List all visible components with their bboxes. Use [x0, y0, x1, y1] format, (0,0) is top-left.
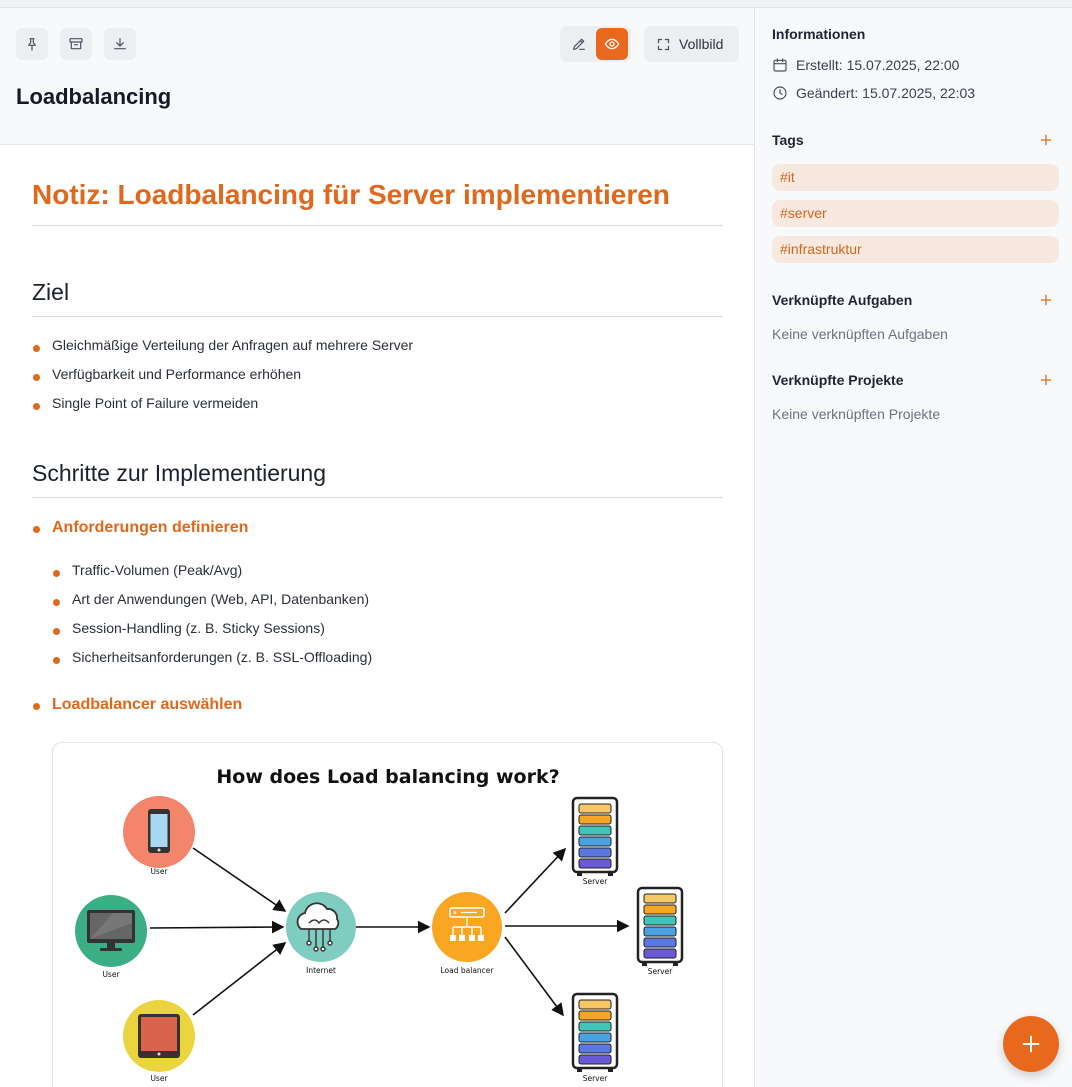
plus-icon	[1022, 1035, 1040, 1053]
create-button[interactable]	[1003, 1016, 1059, 1072]
server-label: Server	[583, 1074, 609, 1083]
user-label: User	[102, 970, 120, 979]
download-button[interactable]	[104, 28, 136, 60]
modified-row: Geändert: 15.07.2025, 22:03	[772, 85, 975, 101]
server-node: Server	[571, 992, 619, 1083]
linked-projects-heading: Verknüpfte Projekte	[772, 372, 904, 388]
add-tag-plus-icon[interactable]	[1038, 132, 1054, 148]
calendar-icon	[773, 58, 787, 72]
created-row: Erstellt: 15.07.2025, 22:00	[772, 57, 959, 73]
tag-it[interactable]: #it	[772, 164, 1059, 191]
step-heading: Anforderungen definieren	[52, 519, 249, 536]
pencil-icon	[573, 38, 585, 50]
bullet	[33, 526, 40, 533]
add-task-plus-icon[interactable]	[1038, 292, 1054, 308]
tags-heading: Tags	[772, 132, 804, 148]
pin-button[interactable]	[16, 28, 48, 60]
user-label: User	[150, 867, 168, 876]
list-item: Sicherheitsanforderungen (z. B. SSL-Offl…	[72, 649, 373, 665]
info-sidebar: Informationen Erstellt: 15.07.2025, 22:0…	[756, 8, 1072, 1087]
user-phone-node: User	[123, 796, 195, 876]
view-mode-toggle	[560, 26, 631, 62]
load-balancing-diagram: How does Load balancing work? User User …	[52, 742, 723, 1087]
load-balancer-label: Load balancer	[441, 966, 495, 975]
list-item: Single Point of Failure vermeiden	[52, 395, 259, 411]
server-label: Server	[648, 967, 674, 976]
download-icon	[114, 38, 126, 50]
user-label: User	[150, 1074, 168, 1083]
tag-infrastruktur[interactable]: #infrastruktur	[772, 236, 1059, 263]
list-item: Gleichmäßige Verteilung der Anfragen auf…	[52, 337, 414, 353]
user-tablet-node: User	[123, 1000, 195, 1083]
linked-projects-empty: Keine verknüpften Projekte	[772, 406, 941, 422]
expand-icon	[657, 38, 670, 50]
bullet	[33, 403, 40, 410]
bullet	[33, 345, 40, 352]
diagram-arrows	[149, 847, 630, 1017]
add-project-plus-icon[interactable]	[1038, 372, 1054, 388]
step-heading: Loadbalancer auswählen	[52, 696, 243, 713]
archive-icon	[69, 38, 83, 50]
section-heading-goal: Ziel	[32, 279, 723, 317]
eye-icon	[604, 38, 620, 50]
list-item: Traffic-Volumen (Peak/Avg)	[72, 562, 243, 578]
note-editor: Vollbild Loadbalancing Notiz: Loadbalanc…	[0, 8, 755, 1087]
internet-node: Internet	[286, 892, 356, 975]
archive-button[interactable]	[60, 28, 92, 60]
clock-icon	[773, 86, 787, 100]
fullscreen-button[interactable]: Vollbild	[644, 26, 739, 62]
modified-text: Geändert: 15.07.2025, 22:03	[796, 85, 976, 101]
linked-tasks-empty: Keine verknüpften Aufgaben	[772, 326, 948, 342]
bullet	[53, 657, 60, 664]
internet-label: Internet	[306, 966, 336, 975]
top-bar	[0, 0, 1072, 8]
load-balancer-node: Load balancer	[432, 892, 502, 975]
list-item: Art der Anwendungen (Web, API, Datenbank…	[72, 591, 370, 607]
note-title: Loadbalancing	[16, 84, 172, 109]
bullet	[33, 374, 40, 381]
list-item: Session-Handling (z. B. Sticky Sessions)	[72, 620, 325, 636]
preview-mode-button[interactable]	[596, 28, 628, 60]
bullet	[53, 628, 60, 635]
pin-icon	[28, 38, 36, 51]
diagram-title: How does Load balancing work?	[216, 766, 559, 788]
note-header: Vollbild Loadbalancing	[0, 8, 754, 145]
bullet	[53, 570, 60, 577]
created-text: Erstellt: 15.07.2025, 22:00	[796, 57, 960, 73]
linked-tasks-heading: Verknüpfte Aufgaben	[772, 292, 913, 308]
bullet	[53, 599, 60, 606]
server-node: Server	[636, 886, 684, 976]
fullscreen-label: Vollbild	[679, 36, 724, 52]
diagram-svg: How does Load balancing work? User User …	[75, 766, 684, 1083]
info-heading: Informationen	[772, 26, 866, 42]
section-heading-steps: Schritte zur Implementierung	[32, 460, 723, 498]
edit-mode-button[interactable]	[563, 28, 595, 60]
note-heading: Notiz: Loadbalancing für Server implemen…	[32, 179, 723, 226]
server-node: Server	[571, 796, 619, 886]
server-label: Server	[583, 877, 609, 886]
bullet	[33, 703, 40, 710]
user-monitor-node: User	[75, 895, 147, 979]
tag-server[interactable]: #server	[772, 200, 1059, 227]
list-item: Verfügbarkeit und Performance erhöhen	[52, 366, 302, 382]
